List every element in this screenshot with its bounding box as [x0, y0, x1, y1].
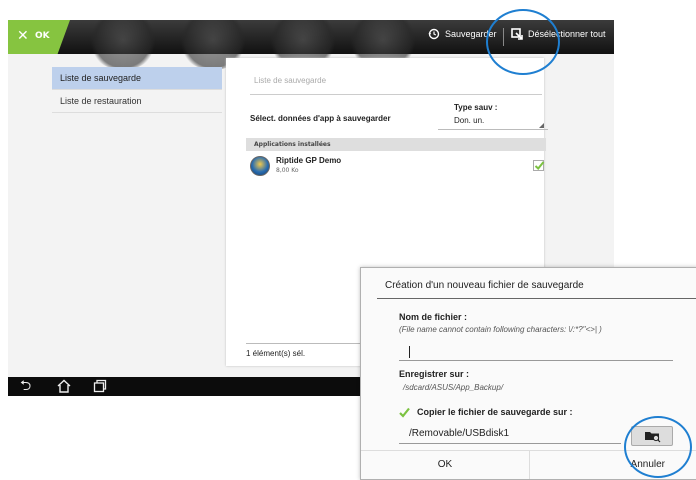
folder-search-icon [645, 432, 661, 443]
ok-button[interactable]: ✕ OK [8, 20, 70, 54]
checkmark-icon [534, 161, 545, 170]
app-checkbox[interactable] [533, 160, 545, 171]
panel-title: Liste de sauvegarde [254, 76, 327, 85]
dialog-cancel-button[interactable]: Annuler [561, 451, 665, 479]
dialog-ok-button[interactable]: OK [361, 451, 529, 479]
sidebar-item-backup-list[interactable]: Liste de sauvegarde [52, 67, 222, 90]
backup-clock-icon [428, 28, 440, 40]
copy-path: /Removable/USBdisk1 [409, 428, 510, 439]
deselect-all-button[interactable]: Désélectionner tout [511, 28, 606, 40]
deselect-label: Désélectionner tout [528, 29, 606, 39]
app-name: Riptide GP Demo [276, 156, 342, 165]
ok-label: OK [35, 31, 50, 41]
background-decoration [88, 20, 158, 70]
copy-checkbox[interactable] [399, 407, 410, 418]
save-label: Sauvegarder [445, 29, 497, 39]
filename-input[interactable] [399, 342, 673, 361]
text-caret [409, 346, 410, 358]
save-to-label: Enregistrer sur : [399, 369, 470, 379]
divider [246, 343, 362, 344]
close-icon: ✕ [17, 28, 29, 44]
browse-folder-button[interactable] [631, 426, 673, 446]
backup-type-value: Don. un. [454, 116, 485, 125]
installed-apps-header: Applications installées [246, 138, 546, 151]
save-to-path: /sdcard/ASUS/App_Backup/ [403, 383, 504, 392]
list-item[interactable]: Riptide GP Demo 8,00 Ko [246, 154, 546, 180]
copy-path-field[interactable]: /Removable/USBdisk1 [399, 423, 621, 444]
app-size: 8,00 Ko [276, 167, 299, 174]
recent-apps-icon[interactable] [93, 379, 107, 393]
sidebar-item-restore-list[interactable]: Liste de restauration [52, 90, 222, 113]
filename-hint: (File name cannot contain following char… [399, 325, 602, 334]
dropdown-arrow-icon [539, 123, 544, 128]
back-icon[interactable]: ⮌ [20, 378, 31, 394]
toolbar-divider [503, 28, 504, 46]
filename-label: Nom de fichier : [399, 312, 468, 322]
copy-label: Copier le fichier de sauvegarde sur : [417, 407, 573, 417]
sidebar: Liste de sauvegarde Liste de restauratio… [52, 67, 222, 119]
divider [529, 450, 530, 479]
backup-type-label: Type sauv : [454, 103, 498, 112]
save-button[interactable]: Sauvegarder [428, 28, 497, 40]
action-bar: ✕ OK Sauvegarder Désélectionner tout [8, 20, 614, 70]
select-app-data-label: Sélect. données d'app à sauvegarder [250, 114, 391, 123]
dialog-title: Création d'un nouveau fichier de sauvega… [385, 280, 584, 291]
divider [250, 94, 542, 95]
divider [377, 298, 696, 299]
create-backup-dialog: Création d'un nouveau fichier de sauvega… [360, 267, 696, 480]
app-icon [250, 156, 270, 176]
selected-count: 1 élément(s) sél. [246, 349, 306, 358]
home-icon[interactable] [56, 379, 72, 393]
backup-type-dropdown[interactable]: Don. un. [438, 115, 548, 130]
deselect-icon [511, 28, 523, 40]
